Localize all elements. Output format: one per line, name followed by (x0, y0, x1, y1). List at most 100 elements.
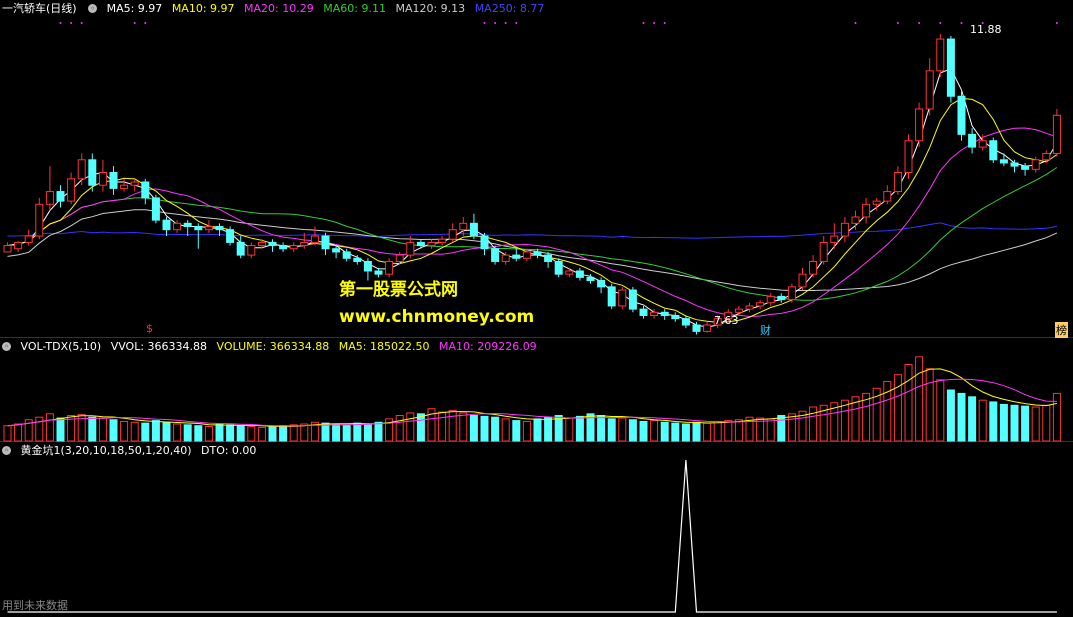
volume-bar (14, 423, 23, 442)
candle-body (628, 289, 637, 310)
volume-bar (1010, 404, 1019, 442)
volume-bar (332, 423, 341, 442)
signal-dot (515, 22, 518, 24)
volume-bar (787, 413, 796, 442)
volume-bar (565, 417, 574, 442)
candle-body (925, 70, 934, 110)
price-panel[interactable]: 一汽轿车(日线) ◦ MA5: 9.97 MA10: 9.97 MA20: 10… (0, 0, 1073, 338)
signal-dot (494, 22, 497, 24)
candle-body (650, 311, 659, 316)
volume-bar (628, 419, 637, 442)
vol-ma5-value: MA5: 185022.50 (338, 340, 430, 353)
volume-bar (215, 423, 224, 442)
volume-bar (406, 412, 415, 442)
volume-bar (480, 415, 489, 442)
candle-body (840, 222, 849, 237)
volume-header: ◦ VOL-TDX(5,10) VVOL: 366334.88 VOLUME: … (2, 340, 543, 354)
volume-bar (1031, 406, 1040, 442)
candle-body (660, 311, 669, 316)
dto-panel[interactable]: ◦ 黄金坑1(3,20,10,18,50,1,20,40) DTO: 0.00 … (0, 442, 1073, 617)
volume-bar (681, 423, 690, 442)
volume-bar (226, 424, 235, 442)
candle-body (745, 305, 754, 310)
volume-bar (575, 415, 584, 442)
volume-bar (268, 426, 277, 442)
candle-body (681, 318, 690, 326)
candle-body (703, 324, 712, 332)
candle-body (904, 140, 913, 174)
candle-body (862, 203, 871, 218)
signal-dot (80, 22, 83, 24)
signal-dot (918, 22, 921, 24)
collapse-icon[interactable]: ◦ (2, 342, 11, 351)
candle-body (289, 245, 298, 250)
candle-body (491, 248, 500, 262)
volume-panel[interactable]: ◦ VOL-TDX(5,10) VVOL: 366334.88 VOLUME: … (0, 338, 1073, 442)
candle-body (809, 260, 818, 275)
candle-body (766, 295, 775, 304)
ma250-value: MA250: 8.77 (474, 2, 545, 15)
volume-value: VOLUME: 366334.88 (216, 340, 330, 353)
volume-bar (130, 421, 139, 442)
volume-bar (1042, 404, 1051, 442)
volume-bar (904, 364, 913, 442)
volume-bar (162, 421, 171, 442)
candle-body (671, 314, 680, 320)
event-marker-bang[interactable]: 榜 (1055, 322, 1068, 338)
ma20-value: MA20: 10.29 (244, 2, 314, 15)
signal-dot (960, 22, 963, 24)
volume-bar (660, 421, 669, 442)
collapse-icon[interactable]: ◦ (88, 4, 98, 13)
volume-bar (957, 392, 966, 442)
volume-bar (236, 425, 245, 442)
candle-body (1021, 165, 1030, 170)
candle-body (353, 257, 362, 262)
candle-body (130, 181, 139, 186)
volume-bar (469, 415, 478, 442)
event-marker-s[interactable]: $ (146, 322, 153, 335)
candlestick-chart[interactable] (0, 0, 1073, 338)
volume-bar (946, 389, 955, 442)
candle-body (88, 159, 97, 186)
candle-body (268, 241, 277, 247)
volume-bar (448, 409, 457, 442)
volume-bar (98, 417, 107, 442)
candle-body (257, 241, 266, 247)
signal-dot (59, 22, 62, 24)
candle-body (183, 222, 192, 228)
watermark-url: www.chnmoney.com (339, 307, 535, 327)
signal-dot (896, 22, 899, 24)
volume-bar (459, 412, 468, 442)
volume-bar (915, 356, 924, 442)
volume-bar (151, 420, 160, 442)
volume-bar (544, 416, 553, 442)
volume-bar (809, 406, 818, 442)
volume-bar (1021, 405, 1030, 442)
candle-body (522, 251, 531, 259)
candle-body (586, 276, 595, 282)
volume-bar (88, 416, 97, 442)
volume-bar (321, 422, 330, 442)
signal-dot (663, 22, 666, 24)
signal-dot (1055, 22, 1058, 24)
volume-bar (925, 368, 934, 442)
collapse-icon[interactable]: ◦ (2, 446, 11, 455)
volume-bar (289, 424, 298, 442)
candle-body (989, 140, 998, 161)
volume-bar (416, 413, 425, 442)
volume-bar (713, 420, 722, 442)
dto-chart[interactable] (0, 442, 1073, 617)
volume-bar (438, 411, 447, 442)
event-marker-cai[interactable]: 财 (760, 322, 771, 338)
candle-body (883, 191, 892, 202)
candle-body (342, 251, 351, 259)
candle-body (798, 273, 807, 288)
candle-body (35, 203, 44, 237)
candle-body (120, 184, 129, 189)
candle-body (554, 260, 563, 275)
candle-body (734, 308, 743, 313)
volume-bar (300, 423, 309, 442)
volume-bar (194, 425, 203, 442)
candle-body (469, 222, 478, 237)
volume-bar (279, 425, 288, 442)
